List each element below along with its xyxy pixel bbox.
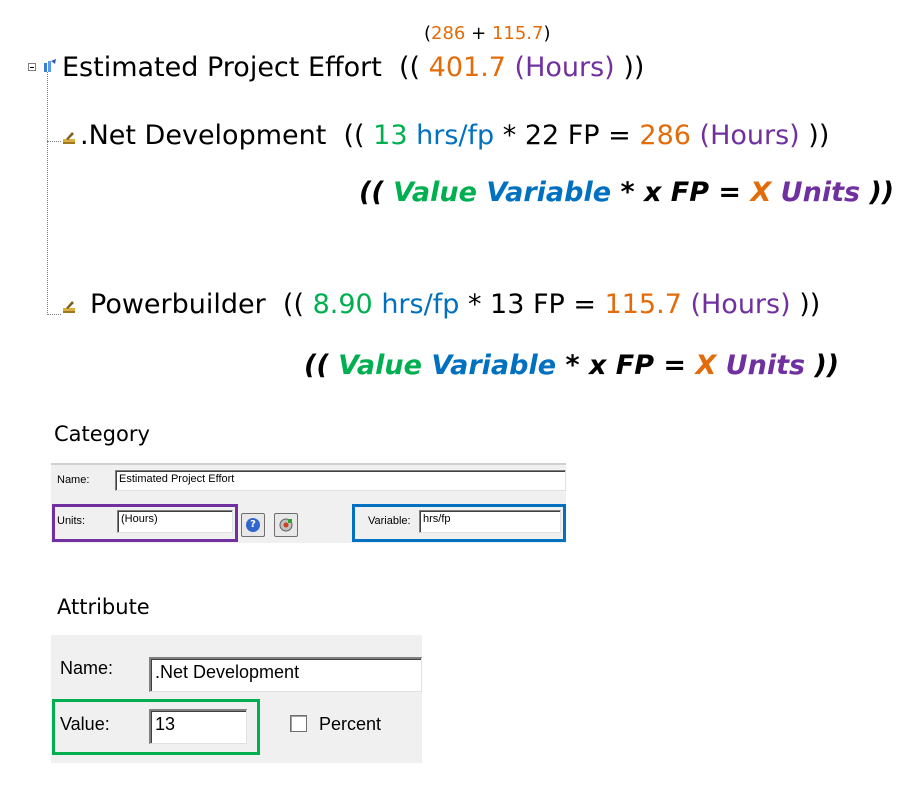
attribute-value-input[interactable]: 13	[149, 709, 247, 744]
item-result: 286	[639, 120, 691, 151]
percent-checkbox[interactable]	[290, 715, 307, 732]
item-rate-unit: hrs/fp	[416, 120, 495, 151]
root-sum-breakdown: (286 + 115.7)	[424, 23, 551, 44]
tree-connector-item-2	[47, 314, 61, 315]
root-label: Estimated Project Effort	[62, 52, 382, 83]
attribute-heading: Attribute	[57, 595, 150, 619]
item-label: Powerbuilder	[90, 289, 266, 320]
formula-annotation: (( Value Variable * x FP = X Units ))	[359, 177, 895, 208]
attribute-name-label: Name:	[60, 658, 114, 678]
units-options-button[interactable]	[274, 513, 298, 537]
units-help-button[interactable]: ?	[241, 513, 265, 537]
item-result: 115.7	[604, 289, 682, 320]
item-rate: 8.90	[312, 289, 373, 320]
item-rate: 13	[373, 120, 408, 151]
item-label: .Net Development	[80, 120, 327, 151]
item-units: (Hours)	[699, 120, 800, 151]
root-total-value: 401.7	[428, 52, 506, 83]
category-name-input[interactable]: Estimated Project Effort	[115, 470, 566, 491]
root-units: (Hours)	[514, 52, 615, 83]
help-icon: ?	[246, 518, 260, 532]
category-heading: Category	[54, 422, 150, 446]
options-icon	[279, 518, 293, 532]
category-units-input[interactable]: (Hours)	[117, 510, 233, 533]
category-variable-label: Variable:	[368, 515, 411, 527]
item-rate-unit: hrs/fp	[381, 289, 460, 320]
category-units-label: Units:	[57, 515, 86, 527]
tree-connector-vertical	[47, 72, 48, 315]
percent-label: Percent	[319, 714, 382, 734]
tree-connector-item-1	[47, 141, 61, 142]
item-units: (Hours)	[690, 289, 791, 320]
attribute-value-label: Value:	[60, 714, 110, 734]
attribute-name-input[interactable]: .Net Development	[149, 657, 422, 692]
attribute-panel: Name: .Net Development Value: 13 Percent	[51, 635, 422, 763]
collapse-toggle-icon[interactable]	[28, 63, 36, 71]
formula-annotation: (( Value Variable * x FP = X Units ))	[304, 350, 840, 381]
attribute-icon	[63, 132, 75, 144]
category-panel: Name: Estimated Project Effort Units: (H…	[51, 463, 566, 543]
category-icon	[44, 59, 56, 72]
panel-top-border	[51, 463, 566, 465]
category-name-label: Name:	[57, 474, 90, 486]
category-variable-input[interactable]: hrs/fp	[419, 510, 561, 533]
attribute-icon	[63, 301, 75, 313]
